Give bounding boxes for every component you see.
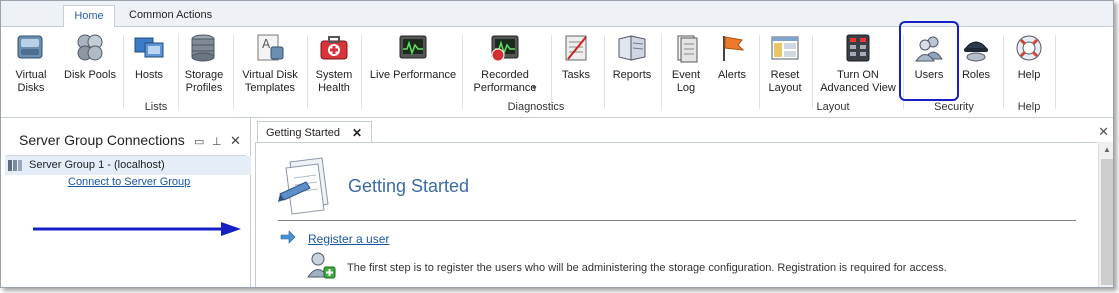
reports-button[interactable]: Reports bbox=[609, 31, 655, 97]
roles-button[interactable]: Roles bbox=[957, 31, 995, 97]
advanced-view-icon bbox=[846, 34, 870, 62]
add-user-icon bbox=[307, 252, 336, 279]
group-label-layout: Layout bbox=[816, 101, 850, 113]
separator bbox=[812, 35, 813, 109]
separator bbox=[551, 35, 552, 109]
separator bbox=[462, 35, 463, 109]
tasks-button[interactable]: Tasks bbox=[557, 31, 595, 97]
vertical-scrollbar[interactable]: ▲ bbox=[1098, 142, 1113, 287]
storage-profiles-icon bbox=[191, 34, 215, 62]
reports-icon bbox=[618, 35, 646, 61]
separator bbox=[361, 35, 362, 109]
separator bbox=[604, 35, 605, 109]
separator bbox=[661, 35, 662, 109]
arrow-right-icon bbox=[280, 230, 296, 244]
chevron-down-icon[interactable]: ▼ bbox=[531, 85, 538, 92]
connect-to-server-group-link[interactable]: Connect to Server Group bbox=[68, 176, 190, 188]
pin-icon[interactable]: ⊥ bbox=[212, 135, 222, 148]
recorded-performance-icon bbox=[491, 35, 519, 62]
group-label-diagnostics: Diagnostics bbox=[507, 101, 565, 113]
server-group-connections-panel: Server Group Connections ▭ ⊥ ✕ Server Gr… bbox=[1, 118, 251, 287]
lifebuoy-icon bbox=[1016, 35, 1042, 61]
panel-title: Server Group Connections bbox=[19, 132, 185, 148]
getting-started-icon bbox=[278, 157, 329, 215]
scroll-thumb[interactable] bbox=[1101, 159, 1113, 285]
reset-layout-icon bbox=[771, 36, 799, 60]
window-restore-icon[interactable]: ▭ bbox=[194, 135, 204, 148]
tree-item-server-group[interactable]: Server Group 1 - (localhost) bbox=[5, 156, 251, 175]
separator bbox=[759, 35, 760, 109]
event-log-icon bbox=[677, 35, 698, 63]
alerts-button[interactable]: Alerts bbox=[713, 31, 751, 97]
roles-icon bbox=[963, 41, 989, 62]
users-highlight-box bbox=[899, 21, 959, 101]
separator bbox=[123, 35, 124, 109]
virtual-disks-button[interactable]: Virtual Disks bbox=[9, 31, 53, 97]
separator bbox=[233, 35, 234, 109]
hosts-button[interactable]: Hosts bbox=[127, 31, 171, 97]
templates-icon: A bbox=[257, 34, 284, 61]
live-performance-button[interactable]: Live Performance bbox=[367, 31, 459, 97]
separator bbox=[178, 35, 179, 109]
live-performance-icon bbox=[399, 35, 427, 59]
annotation-arrow-icon bbox=[33, 222, 241, 236]
tab-common-actions[interactable]: Common Actions bbox=[119, 5, 222, 28]
svg-text:A: A bbox=[262, 37, 271, 51]
app-window: Home Common Actions Virtual Disks Disk P… bbox=[0, 0, 1114, 288]
getting-started-content: Getting Started Register a user The firs… bbox=[255, 142, 1097, 287]
disk-pools-icon bbox=[77, 34, 103, 61]
panel-header: Server Group Connections ▭ ⊥ ✕ bbox=[6, 122, 246, 156]
document-area: Getting Started ✕ ✕ Getting Started Regi… bbox=[255, 118, 1113, 287]
hosts-icon bbox=[134, 37, 164, 58]
tasks-icon bbox=[565, 35, 587, 61]
close-icon[interactable]: ✕ bbox=[230, 133, 241, 149]
disk-pools-button[interactable]: Disk Pools bbox=[61, 31, 119, 97]
register-user-link[interactable]: Register a user bbox=[308, 232, 389, 246]
server-group-icon bbox=[8, 160, 22, 171]
group-label-help: Help bbox=[1017, 101, 1041, 113]
separator bbox=[1055, 35, 1056, 109]
close-document-icon[interactable]: ✕ bbox=[1098, 124, 1109, 140]
page-title: Getting Started bbox=[348, 176, 470, 196]
flag-icon bbox=[723, 36, 745, 61]
event-log-button[interactable]: Event Log bbox=[667, 31, 705, 97]
group-label-lists: Lists bbox=[144, 101, 168, 113]
close-icon[interactable]: ✕ bbox=[352, 126, 362, 140]
divider bbox=[278, 220, 1076, 221]
help-button[interactable]: Help bbox=[1009, 31, 1049, 97]
virtual-disk-templates-button[interactable]: A Virtual Disk Templates bbox=[239, 31, 301, 97]
scroll-up-icon[interactable]: ▲ bbox=[1100, 145, 1113, 157]
register-description: The first step is to register the users … bbox=[347, 262, 947, 274]
separator bbox=[307, 35, 308, 109]
storage-profiles-button[interactable]: Storage Profiles bbox=[181, 31, 227, 97]
tab-home[interactable]: Home bbox=[63, 5, 115, 28]
system-health-button[interactable]: System Health bbox=[312, 31, 356, 97]
advanced-view-button[interactable]: Turn ON Advanced View bbox=[819, 31, 897, 97]
reset-layout-button[interactable]: Reset Layout bbox=[763, 31, 807, 97]
group-label-security: Security bbox=[934, 101, 974, 113]
separator bbox=[1003, 35, 1004, 109]
tab-getting-started[interactable]: Getting Started ✕ bbox=[257, 121, 372, 143]
virtual-disks-icon bbox=[17, 35, 43, 59]
health-kit-icon bbox=[320, 36, 348, 60]
